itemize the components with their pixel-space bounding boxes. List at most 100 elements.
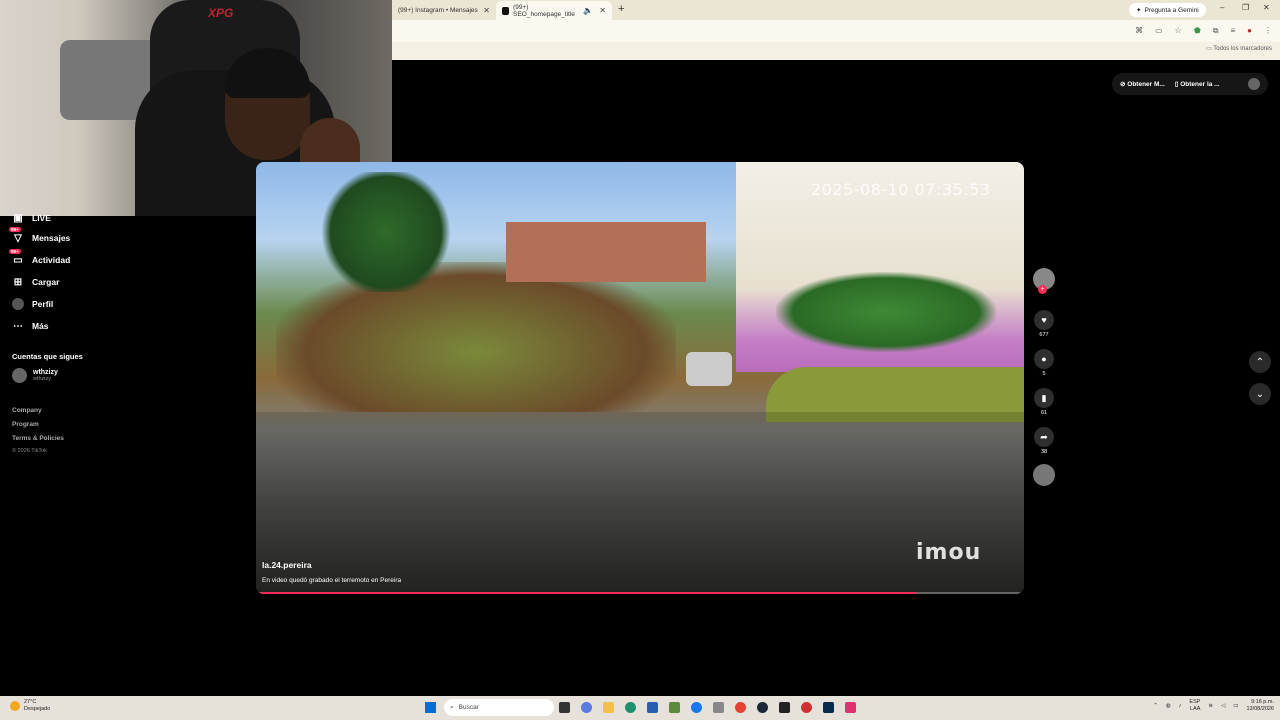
creator-avatar-button[interactable]: + (1031, 268, 1057, 294)
following-account[interactable]: wthzizy wthzizy (12, 368, 58, 383)
new-tab-icon[interactable]: + (618, 3, 624, 15)
upload-icon: ⊞ (13, 276, 23, 288)
sidebar-item-label: Más (32, 321, 49, 331)
save-button[interactable]: ▮ 61 (1031, 388, 1057, 416)
chrome-icon[interactable] (735, 702, 746, 713)
tab-label: (99+) SEO_homepage_title (513, 3, 575, 18)
clock[interactable]: 9:16 p.m. 13/08/2026 (1246, 699, 1274, 713)
temperature: 27°C (24, 699, 37, 705)
language-indicator[interactable]: ESP LAA (1189, 699, 1200, 713)
taskbar-search[interactable]: ⌕ Buscar (444, 699, 554, 716)
footer-link-program[interactable]: Program (12, 421, 39, 428)
app-icon[interactable] (801, 702, 812, 713)
windows-start-icon[interactable] (425, 702, 436, 713)
profile-avatar-icon[interactable]: ● (1247, 26, 1252, 36)
sidebar-item-more[interactable]: ⋯ Más (12, 317, 49, 335)
footer-link-company[interactable]: Company (12, 407, 42, 414)
video-progress-fill (256, 592, 917, 594)
close-window-icon[interactable]: ✕ (1263, 3, 1270, 12)
sidebar-item-label: Mensajes (32, 233, 71, 243)
sidebar-item-activity[interactable]: ▭ 99+ Actividad (9, 249, 70, 269)
sidebar-item-upload[interactable]: ⊞ Cargar (12, 273, 60, 291)
video-player[interactable]: 2025-08-10 07:35:53 imou la.24.pereira E… (256, 162, 1024, 594)
tab-tiktok[interactable]: (99+) SEO_homepage_title 🔈 ✕ (496, 1, 612, 20)
sidebar-item-messages[interactable]: ▽ 99+ Mensajes (9, 227, 71, 247)
get-app-label: Obtener M... (1127, 81, 1165, 88)
notification-badge: 99+ (9, 249, 21, 254)
sidebar-item-label: Cargar (32, 277, 60, 287)
app-icon[interactable] (713, 702, 724, 713)
user-avatar[interactable] (1248, 78, 1260, 90)
get-desktop-label: Obtener la ... (1180, 81, 1220, 88)
mic-icon[interactable]: ♪ (1179, 703, 1182, 709)
sidebar-item-live[interactable]: ▣ LIVE (12, 209, 51, 227)
wifi-icon[interactable]: ≋ (1208, 703, 1213, 709)
weather-widget[interactable]: 27°C Despejado (10, 699, 50, 713)
get-desktop-button[interactable]: ▯ Obtener la ... (1175, 80, 1220, 88)
get-app-button[interactable]: ⊘ Obtener M... (1120, 80, 1165, 88)
address-bar[interactable]: ⌘ ▭ ☆ ⬟ ⧉ ≡ ● ⋮ (392, 20, 1280, 42)
clock-date: 13/08/2026 (1246, 706, 1274, 712)
sidebar-item-profile[interactable]: Perfil (12, 295, 53, 313)
messages-icon: ▽ 99+ (9, 227, 22, 244)
share-icon: ➦ (1034, 427, 1054, 447)
previous-video-button[interactable]: ⌃ (1249, 351, 1271, 373)
top-actions: ⊘ Obtener M... ▯ Obtener la ... (1112, 73, 1268, 95)
edge-icon[interactable] (625, 702, 636, 713)
copilot-icon[interactable] (581, 702, 592, 713)
cast-icon[interactable]: ▭ (1155, 26, 1163, 36)
volume-icon[interactable]: ◁ (1221, 703, 1225, 709)
chair-logo: XPG (208, 6, 234, 20)
translate-icon[interactable]: ⌘ (1135, 26, 1143, 36)
video-author[interactable]: la.24.pereira (262, 560, 312, 570)
file-explorer-icon[interactable] (603, 702, 614, 713)
sound-button[interactable] (1031, 464, 1057, 486)
like-count: 677 (1039, 332, 1049, 338)
sidebar-item-label: LIVE (32, 213, 51, 223)
network-icon[interactable]: ◍ (1166, 703, 1171, 709)
chevron-up-icon: ⌃ (1255, 356, 1265, 368)
music-disc-icon (1033, 464, 1055, 486)
close-icon[interactable]: ✕ (483, 6, 490, 15)
maximize-icon[interactable]: ❐ (1242, 3, 1249, 12)
terminal-icon[interactable] (779, 702, 790, 713)
facebook-icon[interactable] (691, 702, 702, 713)
tab-instagram[interactable]: (99+) Instagram • Mensajes ✕ (392, 1, 496, 20)
car (686, 352, 732, 386)
media-icon[interactable]: ≡ (1230, 26, 1235, 36)
store-icon[interactable] (647, 702, 658, 713)
next-video-button[interactable]: ⌄ (1249, 383, 1271, 405)
bookmarks-bar[interactable]: ▭ Todos los marcadores (1206, 45, 1272, 52)
search-icon: ⌕ (450, 703, 454, 711)
share-button[interactable]: ➦ 38 (1031, 427, 1057, 455)
like-button[interactable]: ♥ 677 (1031, 310, 1057, 338)
comment-button[interactable]: ● 5 (1031, 349, 1057, 377)
menu-icon[interactable]: ⋮ (1264, 26, 1272, 36)
copyright: © 2026 TikTok (12, 448, 47, 454)
photoshop-icon[interactable] (823, 702, 834, 713)
video-caption: En video quedó grabado el terremoto en P… (262, 577, 402, 584)
task-view-icon[interactable] (559, 702, 570, 713)
shield-icon[interactable]: ⬟ (1194, 26, 1201, 36)
following-title: Cuentas que sigues (12, 352, 83, 361)
minecraft-icon[interactable] (669, 702, 680, 713)
tree (316, 172, 456, 292)
battery-icon[interactable]: ▭ (1233, 703, 1238, 709)
minimize-icon[interactable]: – (1220, 3, 1224, 12)
close-icon[interactable]: ✕ (599, 6, 606, 15)
notification-badge: 99+ (9, 227, 21, 232)
chevron-up-icon[interactable]: ⌃ (1153, 703, 1158, 709)
extensions-icon[interactable]: ⧉ (1213, 26, 1219, 36)
follow-icon[interactable]: + (1038, 285, 1047, 294)
gemini-button[interactable]: ✦ Pregunta a Gemini (1129, 3, 1206, 17)
account-handle: wthzizy (33, 376, 52, 382)
star-icon[interactable]: ☆ (1175, 26, 1182, 36)
sidebar: ▣ LIVE ▽ 99+ Mensajes ▭ 99+ Actividad ⊞ Ca… (0, 213, 256, 696)
speaker-icon[interactable]: 🔈 (583, 6, 593, 15)
camera-watermark: imou (916, 540, 982, 565)
camera-timestamp: 2025-08-10 07:35:53 (811, 180, 991, 199)
app-icon[interactable] (845, 702, 856, 713)
steam-icon[interactable] (757, 702, 768, 713)
footer-link-terms[interactable]: Terms & Policies (12, 435, 64, 442)
activity-icon: ▭ 99+ (9, 249, 23, 266)
